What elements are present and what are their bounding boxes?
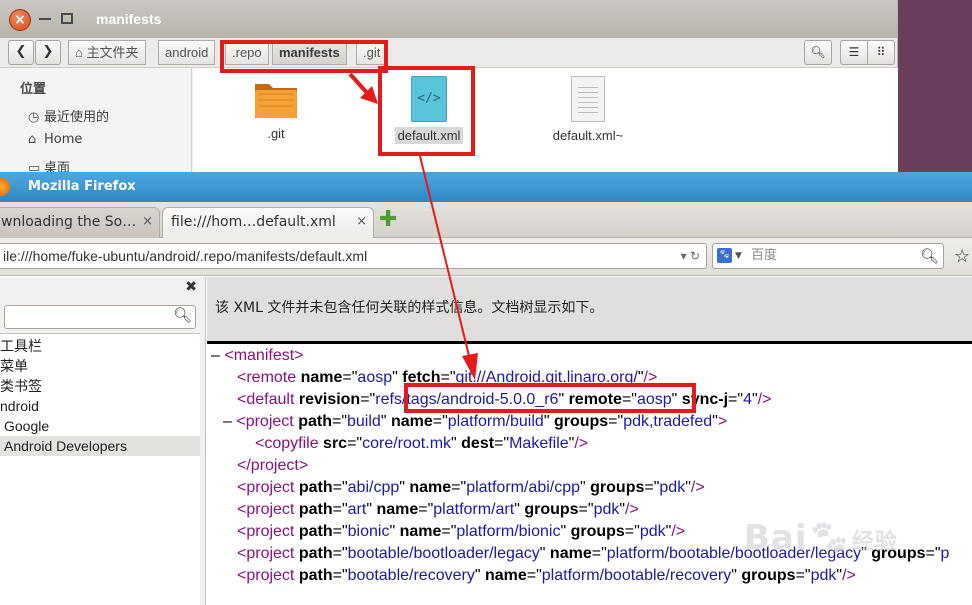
file-default-xml-backup[interactable]: default.xml~ xyxy=(538,76,638,143)
tree-item-google[interactable]: Google xyxy=(0,416,200,436)
search-icon[interactable]: 🔍︎ xyxy=(920,244,939,268)
breadcrumb-android[interactable]: android xyxy=(158,40,216,65)
tree-item-toolbar[interactable]: 工具栏 xyxy=(0,336,200,356)
file-view: .git </> default.xml default.xml~ xyxy=(193,68,898,178)
tab-default-xml[interactable]: file:///hom…default.xml × xyxy=(162,207,374,238)
annotation-box-fetch-url xyxy=(404,383,696,413)
firefox-logo-icon xyxy=(0,178,10,196)
tree-item-android[interactable]: ndroid xyxy=(0,396,200,416)
tab-strip: wnloading the So… × file:///hom…default.… xyxy=(0,202,972,238)
grid-view-button[interactable]: ⠿ xyxy=(867,40,895,65)
chevron-down-icon[interactable]: ▼ xyxy=(735,244,742,268)
xml-line-project: <project path="bootable/recovery" name="… xyxy=(237,567,856,584)
bookmarks-tree: 工具栏 菜单 类书签 ndroid Google Android Develop… xyxy=(0,333,200,605)
annotation-box-breadcrumb xyxy=(220,40,388,73)
file-label: default.xml~ xyxy=(552,128,624,143)
paw-icon: 🐾︎ xyxy=(807,518,852,558)
search-engine-icon[interactable]: 🐾︎ xyxy=(717,248,732,263)
xml-line-project: <project path="bionic" name="platform/bi… xyxy=(237,523,686,540)
close-icon[interactable]: × xyxy=(142,208,153,236)
bookmarks-sidebar: ✖ 🔍︎ 工具栏 菜单 类书签 ndroid Google Android De… xyxy=(0,277,206,605)
grid-icon: ⠿ xyxy=(876,45,886,59)
dropdown-arrow-icon[interactable]: ▾ xyxy=(681,249,687,263)
breadcrumb-home[interactable]: ⌂ 主文件夹 xyxy=(68,40,146,65)
annotation-box-default-xml xyxy=(378,66,475,156)
search-icon: 🔍︎ xyxy=(810,45,826,59)
close-icon[interactable]: × xyxy=(356,208,367,236)
text-file-icon xyxy=(571,76,605,122)
file-manager-toolbar: ❮ ❯ ⌂ 主文件夹 android .repo manifests .git … xyxy=(0,38,897,68)
minimize-icon[interactable] xyxy=(39,18,51,20)
window-title: manifests xyxy=(96,11,162,27)
file-label: .git xyxy=(267,126,285,141)
window-title: Mozilla Firefox xyxy=(28,179,136,194)
xml-line-project-close: </project> xyxy=(237,457,309,474)
tree-item-other-bookmarks[interactable]: 类书签 xyxy=(0,376,200,396)
firefox-titlebar: Mozilla Firefox xyxy=(0,172,972,202)
tab-downloading[interactable]: wnloading the So… × xyxy=(0,207,160,238)
file-manager-titlebar: × manifests xyxy=(0,0,897,38)
bookmark-star-icon[interactable]: ☆ xyxy=(954,246,970,267)
home-icon: ⌂ xyxy=(28,132,37,147)
reload-icon[interactable]: ↻ xyxy=(690,249,700,263)
collapse-toggle[interactable]: – xyxy=(211,347,220,364)
list-view-button[interactable]: ☰ xyxy=(840,40,868,65)
chevron-right-icon: ❯ xyxy=(42,44,54,59)
xml-line-project: <project path="art" name="platform/art" … xyxy=(237,501,639,518)
chevron-left-icon: ❮ xyxy=(15,44,27,59)
sidebar-item-home[interactable]: ⌂ Home xyxy=(28,132,82,147)
close-icon[interactable]: ✖ xyxy=(185,279,197,295)
close-icon[interactable]: × xyxy=(9,9,31,31)
search-bar[interactable]: 🐾︎ ▼ 百度 🔍︎ xyxy=(712,243,944,269)
xml-line-project-build: – <project path="build" name="platform/b… xyxy=(223,413,728,430)
clock-icon: ◷ xyxy=(28,110,40,125)
back-button[interactable]: ❮ xyxy=(8,40,34,65)
search-button[interactable]: 🔍︎ xyxy=(804,40,832,65)
tree-item-menu[interactable]: 菜单 xyxy=(0,356,200,376)
home-icon: ⌂ xyxy=(75,45,83,60)
navigation-toolbar: ile:///home/fuke-ubuntu/android/.repo/ma… xyxy=(0,238,972,276)
baidu-watermark: Bai🐾︎经验 xyxy=(744,518,898,558)
url-bar[interactable]: ile:///home/fuke-ubuntu/android/.repo/ma… xyxy=(0,243,707,269)
collapse-toggle[interactable]: – xyxy=(223,413,232,430)
places-heading: 位置 xyxy=(20,82,47,97)
places-sidebar: 位置 ◷ 最近使用的 ⌂ Home ▭ 桌面 xyxy=(0,68,192,178)
sidebar-item-recent[interactable]: ◷ 最近使用的 xyxy=(28,106,109,125)
file-git-folder[interactable]: .git xyxy=(251,76,301,141)
xml-line-project: <project path="abi/cpp" name="platform/a… xyxy=(237,479,705,496)
sidebar-search-input[interactable]: 🔍︎ xyxy=(4,305,196,329)
folder-icon xyxy=(253,76,299,120)
new-tab-plus-icon[interactable]: ✚ xyxy=(379,209,399,231)
list-icon: ☰ xyxy=(848,45,860,59)
maximize-icon[interactable] xyxy=(61,13,73,24)
search-icon: 🔍︎ xyxy=(172,306,192,324)
tree-item-android-developers[interactable]: Android Developers xyxy=(0,436,200,456)
xml-line-copyfile: <copyfile src="core/root.mk" dest="Makef… xyxy=(255,435,589,452)
xml-style-info-banner: 该 XML 文件并未包含任何关联的样式信息。文档树显示如下。 xyxy=(207,277,972,344)
forward-button[interactable]: ❯ xyxy=(35,40,61,65)
xml-line-manifest: – <manifest> xyxy=(211,347,304,364)
